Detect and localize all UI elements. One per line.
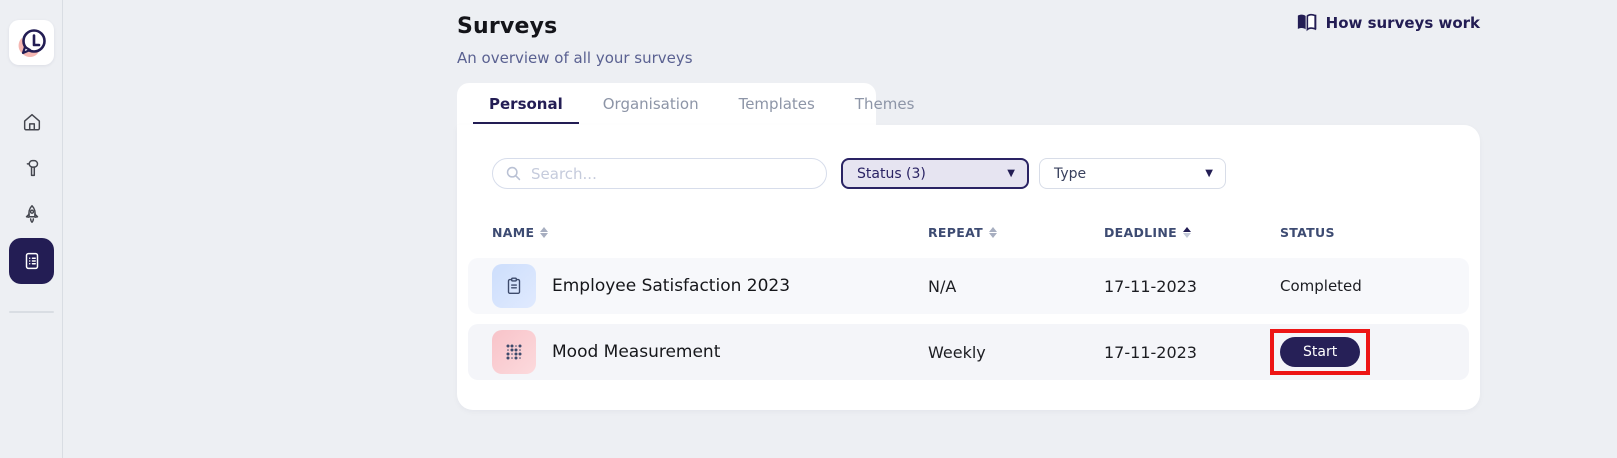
tab-bar: Personal Organisation Templates Themes: [457, 83, 876, 125]
search-input[interactable]: [531, 165, 814, 183]
sidebar-item-key[interactable]: [9, 148, 54, 188]
key-icon: [21, 157, 43, 179]
sidebar-item-surveys[interactable]: [9, 238, 54, 284]
survey-name-cell: Mood Measurement: [492, 330, 928, 374]
book-icon: [1296, 13, 1317, 32]
surveys-card: Status (3) ▼ Type ▼ NAME REPEAT DEADLINE: [457, 125, 1480, 410]
tab-personal[interactable]: Personal: [473, 83, 579, 125]
column-header-repeat-label: REPEAT: [928, 225, 983, 240]
how-surveys-work-link[interactable]: How surveys work: [1296, 13, 1480, 32]
home-icon: [21, 111, 43, 133]
dot-grid-icon: [492, 330, 536, 374]
rocket-icon: [21, 203, 43, 225]
clipboard-icon: [492, 264, 536, 308]
page-subtitle: An overview of all your surveys: [457, 49, 1480, 67]
status-filter-label: Status (3): [857, 166, 926, 182]
chevron-down-icon: ▼: [1007, 168, 1015, 179]
speech-bubble-logo-icon: [14, 25, 50, 61]
survey-deadline: 17-11-2023: [1104, 343, 1280, 362]
chevron-down-icon: ▼: [1205, 168, 1213, 179]
search-icon: [505, 165, 522, 182]
click-target-highlight: Start: [1270, 329, 1370, 375]
column-header-repeat[interactable]: REPEAT: [928, 225, 1104, 240]
tab-personal-label: Personal: [489, 95, 563, 113]
type-filter-label: Type: [1054, 166, 1086, 182]
table-header-row: NAME REPEAT DEADLINE STATUS: [492, 225, 1445, 240]
column-header-name[interactable]: NAME: [492, 225, 928, 240]
sidebar-divider: [9, 311, 54, 313]
survey-name-cell: Employee Satisfaction 2023: [492, 264, 928, 308]
tab-templates-label: Templates: [739, 95, 815, 113]
search-box[interactable]: [492, 158, 827, 189]
type-filter-dropdown[interactable]: Type ▼: [1039, 158, 1226, 189]
column-header-deadline-label: DEADLINE: [1104, 225, 1177, 240]
survey-name: Employee Satisfaction 2023: [552, 276, 790, 296]
survey-repeat: Weekly: [928, 343, 1104, 362]
survey-status: Completed: [1280, 277, 1445, 295]
sort-icon: [989, 227, 997, 238]
table-row-employee-satisfaction[interactable]: Employee Satisfaction 2023 N/A 17-11-202…: [468, 258, 1469, 314]
sort-asc-icon: [1183, 227, 1191, 238]
survey-deadline: 17-11-2023: [1104, 277, 1280, 296]
app-logo[interactable]: [9, 20, 54, 65]
status-filter-dropdown[interactable]: Status (3) ▼: [841, 158, 1029, 189]
sidebar-item-rocket[interactable]: [9, 194, 54, 234]
main-content: Surveys An overview of all your surveys …: [457, 0, 1480, 410]
tab-organisation[interactable]: Organisation: [587, 83, 715, 125]
surveys-icon: [21, 250, 43, 272]
column-header-status: STATUS: [1280, 225, 1445, 240]
table-row-mood-measurement[interactable]: Mood Measurement Weekly 17-11-2023 Start: [468, 324, 1469, 380]
survey-name: Mood Measurement: [552, 342, 720, 362]
column-header-status-label: STATUS: [1280, 225, 1335, 240]
tab-themes[interactable]: Themes: [839, 83, 931, 125]
sort-icon: [540, 227, 548, 238]
sidebar: [0, 0, 63, 458]
tab-organisation-label: Organisation: [603, 95, 699, 113]
column-header-name-label: NAME: [492, 225, 534, 240]
survey-repeat: N/A: [928, 277, 1104, 296]
filter-bar: Status (3) ▼ Type ▼: [457, 125, 1480, 189]
tab-themes-label: Themes: [855, 95, 915, 113]
how-surveys-work-label: How surveys work: [1326, 14, 1480, 32]
sidebar-item-home[interactable]: [9, 102, 54, 142]
tab-templates[interactable]: Templates: [723, 83, 831, 125]
start-survey-button[interactable]: Start: [1280, 337, 1360, 367]
column-header-deadline[interactable]: DEADLINE: [1104, 225, 1280, 240]
